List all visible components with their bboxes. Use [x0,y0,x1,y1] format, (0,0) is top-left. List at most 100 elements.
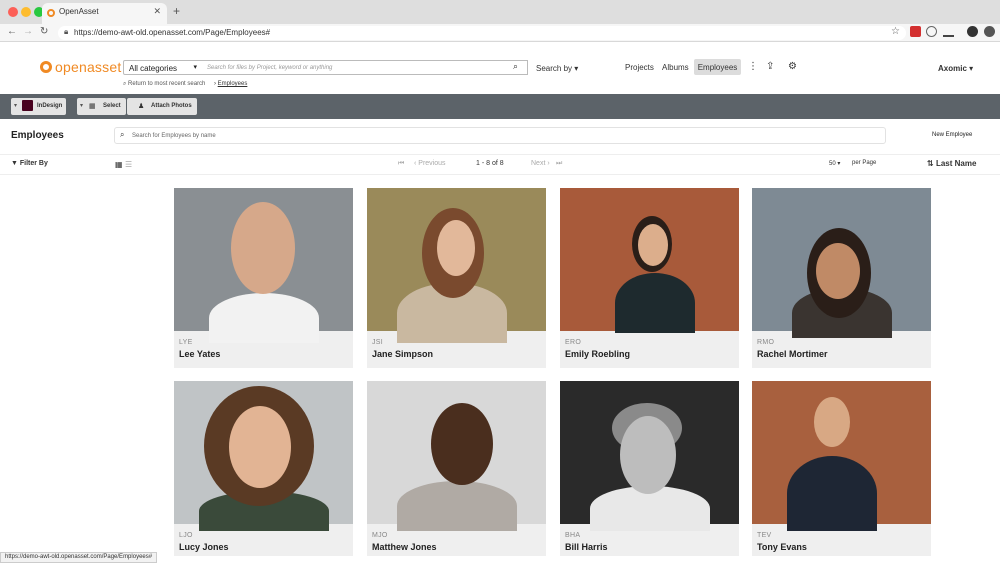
employee-photo [174,188,353,343]
grid-view-icon[interactable]: ▦ [115,160,123,169]
employee-initials: BHA [565,532,581,539]
photo-face-shape [231,202,295,294]
chevron-down-icon: ▾ [193,64,197,71]
employee-search-placeholder: Search for Employees by name [132,133,216,139]
photo-face-shape [437,220,475,276]
user-menu[interactable]: Axomic ▾ [938,64,973,73]
new-employee-button[interactable]: New Employee [932,132,972,138]
employee-name[interactable]: Emily Roebling [565,349,630,359]
photo-face-shape [638,224,668,266]
breadcrumb[interactable]: › Employees [214,81,247,87]
per-page-value: 50 [829,161,836,167]
nav-projects[interactable]: Projects [625,63,654,72]
employee-card[interactable]: TEV Tony Evans [752,381,931,556]
photo-face-shape [229,406,291,488]
bookmark-star-icon[interactable]: ☆ [891,26,900,37]
upload-icon[interactable]: ⇪ [766,61,774,72]
employee-card[interactable]: RMO Rachel Mortimer [752,188,931,368]
url-field[interactable]: 🔒︎ https://demo-awt-old.openasset.com/Pa… [58,26,906,40]
chevron-down-icon: ▾ [14,103,18,109]
employee-card[interactable]: LYE Lee Yates [174,188,353,368]
employee-photo [367,381,546,531]
person-icon: ♟ [138,103,145,110]
return-link-label: Return to most recent search [128,81,206,87]
last-page-icon[interactable]: ⏭ [556,160,562,168]
employee-card[interactable]: BHA Bill Harris [560,381,739,556]
employee-photo [752,381,931,531]
breadcrumb-employees[interactable]: Employees [218,81,248,87]
employee-card[interactable]: MJO Matthew Jones [367,381,546,556]
openasset-favicon-icon [47,9,55,17]
search-icon[interactable]: ⌕ [513,61,518,72]
employee-search-input[interactable]: ⌕ Search for Employees by name [114,127,886,144]
back-icon[interactable]: ← [7,26,17,37]
employee-name[interactable]: Rachel Mortimer [757,349,828,359]
photo-face-shape [814,397,850,447]
attach-photos-label: Attach Photos [151,103,192,109]
employee-initials: LYE [179,339,193,346]
select-label: Select [103,103,121,109]
extension-icon[interactable] [910,26,921,37]
employee-name[interactable]: Matthew Jones [372,542,437,552]
employee-photo [560,381,739,531]
employee-name[interactable]: Tony Evans [757,542,807,552]
gear-icon[interactable]: ⚙ [788,61,797,72]
filter-by-button[interactable]: ▼ Filter By [11,160,48,167]
employee-name[interactable]: Jane Simpson [372,349,433,359]
employee-photo [560,188,739,333]
download-icon[interactable] [943,26,954,37]
photo-body-shape [397,481,517,531]
employee-photo [367,188,546,343]
per-page-select[interactable]: 50 ▾ [829,160,840,167]
tab-title: OpenAsset [59,7,99,16]
logo-text: openasset [55,59,122,75]
first-page-icon[interactable]: ⏮ [398,160,404,168]
employee-name[interactable]: Lee Yates [179,349,220,359]
next-page-button[interactable]: Next › [531,160,550,167]
employee-initials: JSI [372,339,384,346]
close-window-button[interactable] [8,7,18,17]
employee-initials: ERO [565,339,582,346]
return-to-search-link[interactable]: ⌕ Return to most recent search [123,81,205,88]
employee-photo [752,188,931,338]
filter-by-label: Filter By [19,160,48,167]
category-select-value: All categories [129,64,178,73]
more-vertical-icon[interactable]: ⋮ [748,61,758,72]
browser-address-bar: ← → ↻ 🔒︎ https://demo-awt-old.openasset.… [0,24,1000,42]
photo-body-shape [209,293,319,343]
previous-page-button[interactable]: ‹ Previous [414,160,446,167]
employee-card[interactable]: JSI Jane Simpson [367,188,546,368]
chevron-down-icon: ▾ [80,103,84,109]
nav-albums[interactable]: Albums [662,63,689,72]
file-search-input[interactable]: Search for files by Project, keyword or … [201,60,528,75]
extension-settings-icon[interactable] [926,26,937,37]
category-select[interactable]: All categories ▾ [123,60,202,75]
indesign-button[interactable]: ▾ InDesign [11,98,66,115]
sort-button[interactable]: ⇅ Last Name [927,159,976,168]
search-by-label: Search by [536,64,573,73]
list-view-icon[interactable]: ☰ [125,160,132,169]
search-by-menu[interactable]: Search by ▾ [536,64,578,73]
minimize-window-button[interactable] [21,7,31,17]
employee-name[interactable]: Bill Harris [565,542,608,552]
forward-icon[interactable]: → [23,26,33,37]
attach-photos-button[interactable]: ♟ Attach Photos [127,98,197,115]
employee-card[interactable]: ERO Emily Roebling [560,188,739,368]
new-tab-icon[interactable]: + [173,4,180,18]
browser-tab[interactable]: OpenAsset ✕ [42,3,167,24]
select-button[interactable]: ▾ ▦ Select [77,98,126,115]
photo-face-shape [816,243,860,299]
reload-icon[interactable]: ↻ [40,26,48,37]
employee-name[interactable]: Lucy Jones [179,542,229,552]
nav-employees[interactable]: Employees [694,59,741,75]
user-name: Axomic [938,64,967,73]
photo-face-shape [431,403,493,485]
extension-puzzle-icon[interactable] [984,26,995,37]
pagination-range: 1 - 8 of 8 [476,160,504,167]
search-icon: ⌕ [120,130,125,139]
employee-card[interactable]: LJO Lucy Jones [174,381,353,556]
photo-body-shape [615,273,695,333]
tab-close-icon[interactable]: ✕ [153,6,161,17]
profile-avatar[interactable] [967,26,978,37]
indesign-icon [22,100,33,111]
